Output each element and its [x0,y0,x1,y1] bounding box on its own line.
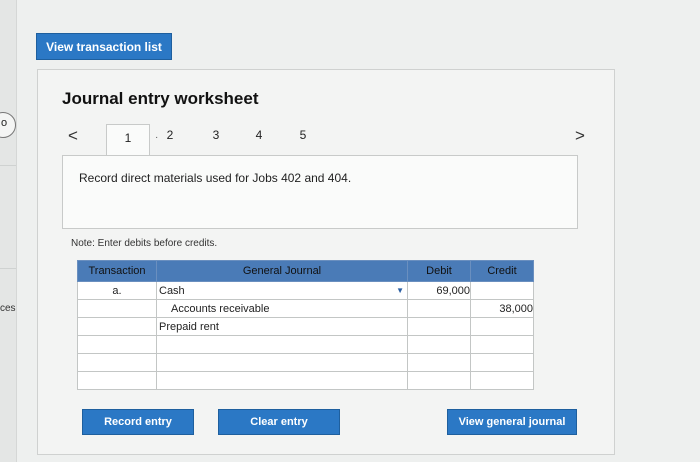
transaction-cell: a. [77,281,157,300]
table-row [77,371,534,390]
journal-entry-table: Transaction General Journal Debit Credit… [77,260,534,390]
transaction-cell [77,335,157,354]
account-select[interactable] [156,371,408,390]
transaction-cell [77,299,157,318]
account-value: Cash [159,284,185,297]
account-value: Accounts receivable [171,302,270,315]
debit-input[interactable] [407,371,471,390]
prev-chevron-icon[interactable]: < [68,126,78,146]
view-transaction-list-button[interactable]: View transaction list [36,33,172,60]
account-select[interactable] [156,353,408,372]
left-edge-strip [0,0,17,462]
credit-value: 38,000 [499,302,533,315]
table-row: a. Cash ▼ 69,000 [77,281,534,300]
tab-entry-4[interactable]: 4 [249,128,269,142]
transaction-cell [77,317,157,336]
note-text: Note: Enter debits before credits. [71,238,218,249]
left-edge-circle-glyph: o [1,117,8,129]
dropdown-arrow-icon[interactable]: ▼ [396,286,407,295]
table-row: Accounts receivable 38,000 [77,299,534,318]
tab-entry-5[interactable]: 5 [293,128,313,142]
tab-marker: · [155,132,159,143]
header-general-journal: General Journal [156,260,408,282]
table-row [77,353,534,372]
transaction-cell [77,353,157,372]
clear-entry-button[interactable]: Clear entry [218,409,340,435]
tab-entry-3[interactable]: 3 [206,128,226,142]
tab-entry-2[interactable]: 2 [160,128,180,142]
header-credit: Credit [470,260,534,282]
table-row: Prepaid rent [77,317,534,336]
credit-input[interactable] [470,281,534,300]
debit-input[interactable] [407,299,471,318]
worksheet-title: Journal entry worksheet [62,89,259,108]
transaction-description: Record direct materials used for Jobs 40… [79,171,352,185]
account-select[interactable]: Prepaid rent [156,317,408,336]
account-value: Prepaid rent [159,320,219,333]
debit-input[interactable] [407,353,471,372]
worksheet-panel: Journal entry worksheet < 1 · 2 3 4 5 > … [37,69,615,455]
entry-tabs: < 1 · 2 3 4 5 > [60,124,590,155]
header-transaction: Transaction [77,260,157,282]
debit-value: 69,000 [436,284,470,297]
account-select[interactable] [156,335,408,354]
journal-header-row: Transaction General Journal Debit Credit [77,260,534,282]
transaction-description-box: Record direct materials used for Jobs 40… [62,155,578,229]
view-general-journal-button[interactable]: View general journal [447,409,577,435]
credit-input[interactable] [470,335,534,354]
next-chevron-icon[interactable]: > [575,126,585,146]
credit-input[interactable] [470,371,534,390]
debit-input[interactable]: 69,000 [407,281,471,300]
credit-input[interactable] [470,353,534,372]
debit-input[interactable] [407,317,471,336]
table-row [77,335,534,354]
transaction-cell [77,371,157,390]
account-select[interactable]: Cash ▼ [156,281,408,300]
account-select[interactable]: Accounts receivable [156,299,408,318]
left-edge-text: ces [0,303,16,314]
left-edge-divider [0,165,16,166]
credit-input[interactable]: 38,000 [470,299,534,318]
tab-entry-1[interactable]: 1 [106,124,150,155]
header-debit: Debit [407,260,471,282]
debit-input[interactable] [407,335,471,354]
record-entry-button[interactable]: Record entry [82,409,194,435]
left-edge-divider [0,268,16,269]
credit-input[interactable] [470,317,534,336]
